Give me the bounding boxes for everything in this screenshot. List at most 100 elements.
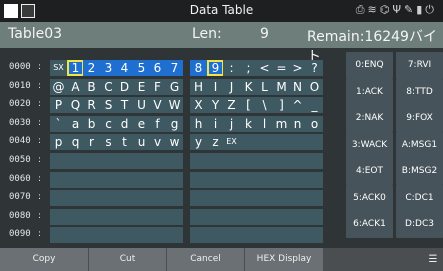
data-cell[interactable] bbox=[240, 209, 257, 225]
data-cell[interactable]: o bbox=[306, 116, 323, 132]
data-cell[interactable]: 2 bbox=[83, 60, 100, 76]
data-cell[interactable]: M bbox=[273, 79, 290, 95]
data-cell[interactable] bbox=[207, 227, 224, 243]
data-cell[interactable] bbox=[190, 190, 207, 206]
data-cell[interactable] bbox=[240, 134, 257, 150]
data-cell[interactable]: i bbox=[207, 116, 224, 132]
data-cell[interactable] bbox=[256, 153, 273, 169]
control-code-button[interactable]: 9:FOX bbox=[396, 105, 443, 132]
data-cell[interactable]: s bbox=[100, 134, 117, 150]
data-cell[interactable] bbox=[166, 227, 183, 243]
data-cell[interactable] bbox=[289, 190, 306, 206]
data-cell[interactable] bbox=[289, 227, 306, 243]
control-code-button[interactable]: 7:RVI bbox=[396, 52, 443, 79]
data-cell[interactable] bbox=[133, 190, 150, 206]
control-code-button[interactable]: 6:ACK1 bbox=[346, 211, 393, 238]
data-cell[interactable]: = bbox=[273, 60, 290, 76]
data-cell[interactable]: A bbox=[67, 79, 84, 95]
data-cell[interactable] bbox=[166, 190, 183, 206]
data-cell[interactable]: ^ bbox=[289, 97, 306, 113]
control-code-button[interactable]: A:MSG1 bbox=[396, 131, 443, 159]
data-cell[interactable] bbox=[67, 172, 84, 188]
data-cell[interactable]: ] bbox=[273, 97, 290, 113]
data-cell[interactable]: c bbox=[100, 116, 117, 132]
data-cell[interactable]: v bbox=[149, 134, 166, 150]
data-cell[interactable]: SX bbox=[50, 60, 67, 76]
data-cell[interactable]: f bbox=[149, 116, 166, 132]
data-cell[interactable]: : bbox=[223, 60, 240, 76]
data-cell[interactable] bbox=[133, 209, 150, 225]
data-cell[interactable]: r bbox=[83, 134, 100, 150]
data-cell[interactable] bbox=[256, 190, 273, 206]
data-cell[interactable] bbox=[50, 209, 67, 225]
data-cell[interactable] bbox=[256, 209, 273, 225]
data-cell[interactable]: [ bbox=[240, 97, 257, 113]
data-cell[interactable] bbox=[67, 209, 84, 225]
data-cell[interactable]: W bbox=[166, 97, 183, 113]
data-cell[interactable]: a bbox=[67, 116, 84, 132]
data-cell[interactable]: O bbox=[306, 79, 323, 95]
data-cell[interactable]: l bbox=[256, 116, 273, 132]
data-cell[interactable] bbox=[256, 172, 273, 188]
data-cell[interactable] bbox=[133, 172, 150, 188]
data-cell[interactable] bbox=[133, 153, 150, 169]
data-cell[interactable]: b bbox=[83, 116, 100, 132]
data-cell[interactable] bbox=[207, 153, 224, 169]
data-cell[interactable] bbox=[149, 190, 166, 206]
data-cell[interactable] bbox=[116, 227, 133, 243]
data-cell[interactable]: E bbox=[133, 79, 150, 95]
data-cell[interactable]: U bbox=[133, 97, 150, 113]
data-cell[interactable]: q bbox=[67, 134, 84, 150]
data-cell[interactable] bbox=[166, 153, 183, 169]
control-code-button[interactable]: 2:NAK bbox=[346, 105, 393, 132]
data-cell[interactable] bbox=[256, 134, 273, 150]
data-cell[interactable] bbox=[83, 190, 100, 206]
data-cell[interactable] bbox=[100, 227, 117, 243]
data-cell[interactable]: S bbox=[100, 97, 117, 113]
data-cell[interactable] bbox=[67, 153, 84, 169]
data-cell[interactable] bbox=[83, 172, 100, 188]
data-cell[interactable]: C bbox=[100, 79, 117, 95]
data-cell[interactable] bbox=[240, 190, 257, 206]
control-code-button[interactable]: 4:EOT bbox=[346, 158, 393, 185]
control-code-button[interactable]: 3:WACK bbox=[346, 131, 393, 159]
data-cell[interactable]: k bbox=[240, 116, 257, 132]
control-code-button[interactable]: B:MSG2 bbox=[396, 158, 443, 185]
data-cell[interactable] bbox=[133, 227, 150, 243]
data-cell[interactable] bbox=[273, 134, 290, 150]
data-cell[interactable]: J bbox=[223, 79, 240, 95]
data-cell[interactable] bbox=[100, 190, 117, 206]
data-cell[interactable] bbox=[190, 153, 207, 169]
data-cell[interactable] bbox=[100, 209, 117, 225]
control-code-button[interactable]: 0:ENQ bbox=[346, 52, 393, 79]
data-cell[interactable] bbox=[289, 172, 306, 188]
data-cell[interactable] bbox=[83, 153, 100, 169]
data-cell[interactable] bbox=[273, 172, 290, 188]
data-cell[interactable]: 9 bbox=[207, 60, 224, 76]
data-cell[interactable] bbox=[273, 190, 290, 206]
copy-button[interactable]: Copy bbox=[0, 248, 88, 271]
data-cell[interactable]: P bbox=[50, 97, 67, 113]
data-cell[interactable] bbox=[306, 172, 323, 188]
menu-icon[interactable]: ☰ bbox=[423, 248, 443, 271]
data-cell[interactable]: Y bbox=[207, 97, 224, 113]
data-cell[interactable] bbox=[223, 153, 240, 169]
control-code-button[interactable]: D:DC3 bbox=[396, 211, 443, 238]
data-cell[interactable] bbox=[50, 227, 67, 243]
data-cell[interactable] bbox=[273, 209, 290, 225]
data-cell[interactable]: R bbox=[83, 97, 100, 113]
data-cell[interactable] bbox=[273, 153, 290, 169]
data-cell[interactable] bbox=[116, 190, 133, 206]
data-cell[interactable] bbox=[207, 190, 224, 206]
data-cell[interactable] bbox=[116, 209, 133, 225]
data-cell[interactable]: z bbox=[207, 134, 224, 150]
data-cell[interactable] bbox=[289, 209, 306, 225]
data-cell[interactable]: D bbox=[116, 79, 133, 95]
hex-display-button[interactable]: HEX Display bbox=[245, 248, 323, 271]
data-cell[interactable]: 5 bbox=[133, 60, 150, 76]
control-code-button[interactable]: 5:ACK0 bbox=[346, 184, 393, 212]
data-cell[interactable] bbox=[116, 172, 133, 188]
data-cell[interactable]: 4 bbox=[116, 60, 133, 76]
data-cell[interactable]: I bbox=[207, 79, 224, 95]
cut-button[interactable]: Cut bbox=[89, 248, 166, 271]
